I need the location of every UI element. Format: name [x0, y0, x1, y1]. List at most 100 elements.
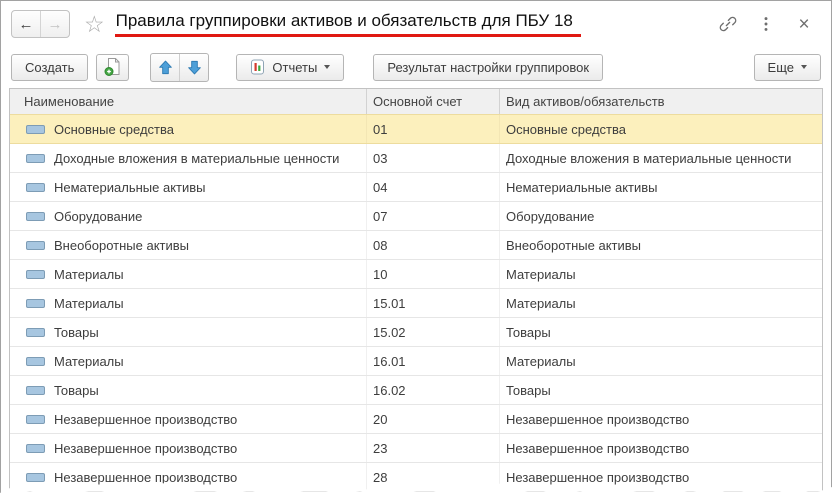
table-row[interactable]: Основные средства 01 Основные средства [10, 114, 822, 144]
column-header-account[interactable]: Основной счет [366, 89, 499, 114]
cell-name: Незавершенное производство [54, 440, 238, 456]
link-icon [719, 16, 737, 32]
list-item-icon [26, 269, 45, 279]
cell-kind: Незавершенное производство [506, 411, 690, 427]
cell-kind: Материалы [506, 266, 576, 282]
table-body: Основные средства 01 Основные средства Д… [10, 114, 822, 492]
cell-name: Незавершенное производство [54, 411, 238, 427]
back-arrow-icon: ← [18, 15, 34, 33]
cell-account: 15.01 [373, 295, 406, 311]
cell-kind: Товары [506, 382, 551, 398]
vertical-dots-icon [764, 17, 768, 31]
table-row[interactable]: Доходные вложения в материальные ценност… [10, 144, 822, 173]
table-row[interactable]: Незавершенное производство 28 Незавершен… [10, 463, 822, 492]
cell-kind: Незавершенное производство [506, 469, 690, 485]
cell-account: 20 [373, 411, 388, 427]
cell-account: 16.01 [373, 353, 406, 369]
table-row[interactable]: Товары 15.02 Товары [10, 318, 822, 347]
page-title: Правила группировки активов и обязательс… [114, 11, 581, 37]
close-button[interactable]: × [793, 13, 815, 35]
create-button[interactable]: Создать [11, 53, 89, 81]
forward-arrow-icon: → [47, 15, 63, 33]
cell-name: Доходные вложения в материальные ценност… [54, 150, 340, 166]
list-item-icon [26, 443, 45, 453]
table-row[interactable]: Материалы 15.01 Материалы [10, 289, 822, 318]
table-row[interactable]: Нематериальные активы 04 Нематериальные … [10, 173, 822, 202]
more-menu-button[interactable] [755, 13, 777, 35]
list-item-icon [26, 414, 45, 424]
table-row[interactable]: Товары 16.02 Товары [10, 376, 822, 405]
list-item-icon [26, 124, 45, 134]
column-header-name[interactable]: Наименование [10, 94, 366, 109]
grouping-result-button[interactable]: Результат настройки группировок [373, 53, 604, 81]
move-up-button[interactable] [151, 54, 179, 81]
reorder-button-group [150, 52, 210, 82]
new-document-plus-icon [104, 58, 120, 76]
column-header-kind[interactable]: Вид активов/обязательств [499, 89, 822, 114]
cell-account: 23 [373, 440, 388, 456]
cell-kind: Оборудование [506, 208, 595, 224]
list-item-icon [26, 298, 45, 308]
cell-kind: Незавершенное производство [506, 440, 690, 456]
report-chart-icon [250, 59, 266, 75]
list-item-icon [26, 385, 45, 395]
cell-account: 16.02 [373, 382, 406, 398]
nav-button-group: ← → [11, 10, 70, 38]
cell-kind: Внеоборотные активы [506, 237, 642, 253]
cell-name: Основные средства [54, 121, 174, 137]
cell-name: Оборудование [54, 208, 143, 224]
dropdown-arrow-icon [324, 65, 331, 69]
table-container: Наименование Основной счет Вид активов/о… [1, 87, 831, 496]
close-icon: × [798, 13, 810, 35]
table-row[interactable]: Оборудование 07 Оборудование [10, 202, 822, 231]
list-item-icon [26, 211, 45, 221]
cell-account: 01 [373, 121, 388, 137]
list-item-icon [26, 327, 45, 337]
back-button[interactable]: ← [12, 11, 41, 37]
arrow-down-icon [188, 60, 201, 74]
cell-kind: Нематериальные активы [506, 179, 658, 195]
app-window: ← → ☆ Правила группировки активов и обяз… [0, 0, 832, 496]
table-row[interactable]: Внеоборотные активы 08 Внеоборотные акти… [10, 231, 822, 260]
table-row[interactable]: Материалы 10 Материалы [10, 260, 822, 289]
arrow-up-icon [159, 60, 172, 74]
table-row[interactable]: Материалы 16.01 Материалы [10, 347, 822, 376]
cell-name: Нематериальные активы [54, 179, 206, 195]
list-item-icon [26, 182, 45, 192]
cell-kind: Товары [506, 324, 551, 340]
list-item-icon [26, 356, 45, 366]
cell-account: 10 [373, 266, 388, 282]
reports-button[interactable]: Отчеты [236, 53, 345, 81]
table-header-row: Наименование Основной счет Вид активов/о… [10, 88, 822, 115]
cell-kind: Материалы [506, 353, 576, 369]
cell-name: Товары [54, 382, 99, 398]
move-down-button[interactable] [179, 53, 208, 81]
more-actions-label: Еще [767, 59, 794, 75]
cell-account: 15.02 [373, 324, 406, 340]
list-item-icon [26, 240, 45, 250]
cell-kind: Материалы [506, 295, 576, 311]
cell-kind: Основные средства [506, 121, 626, 137]
rules-table: Наименование Основной счет Вид активов/о… [9, 88, 823, 492]
cell-name: Внеоборотные активы [54, 237, 190, 253]
cell-kind: Доходные вложения в материальные ценност… [506, 150, 792, 166]
more-actions-button[interactable]: Еще [753, 53, 821, 81]
table-row[interactable]: Незавершенное производство 23 Незавершен… [10, 434, 822, 463]
cell-name: Материалы [54, 266, 124, 282]
reports-label: Отчеты [272, 59, 318, 75]
cell-name: Незавершенное производство [54, 469, 238, 485]
cell-account: 08 [373, 237, 388, 253]
cell-account: 28 [373, 469, 388, 485]
command-bar: Создать Отчеты Результат настройки групп… [1, 47, 831, 87]
cell-name: Материалы [54, 295, 124, 311]
dropdown-arrow-icon [801, 65, 807, 69]
title-bar: ← → ☆ Правила группировки активов и обяз… [1, 1, 831, 47]
get-link-button[interactable] [717, 13, 739, 35]
favorite-star-icon[interactable]: ☆ [84, 12, 105, 36]
list-item-icon [26, 153, 45, 163]
forward-button[interactable]: → [41, 11, 69, 37]
cell-name: Материалы [54, 353, 124, 369]
table-row[interactable]: Незавершенное производство 20 Незавершен… [10, 405, 822, 434]
create-group-button[interactable] [96, 53, 130, 81]
list-item-icon [26, 472, 45, 482]
